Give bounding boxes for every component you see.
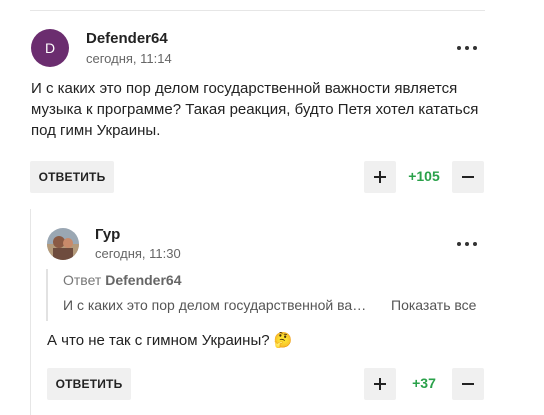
minus-icon	[462, 176, 474, 178]
minus-icon	[462, 383, 474, 385]
comment-author[interactable]: Defender64	[86, 30, 168, 47]
comment-time: сегодня, 11:14	[86, 51, 172, 66]
more-options-button[interactable]	[450, 38, 484, 58]
quoted-reply[interactable]: Ответ Defender64 И с каких это пор делом…	[46, 269, 486, 321]
reply-button[interactable]: ОТВЕТИТЬ	[47, 368, 131, 400]
quote-author: Defender64	[105, 272, 182, 288]
downvote-button[interactable]	[452, 368, 484, 400]
avatar[interactable]	[47, 228, 79, 260]
vote-score: +105	[408, 168, 440, 184]
plus-icon	[374, 378, 386, 390]
comment-author[interactable]: Гур	[95, 226, 120, 243]
comment-text: А что не так с гимном Украины? 🤔	[47, 332, 293, 349]
reply-button[interactable]: ОТВЕТИТЬ	[30, 161, 114, 193]
more-dots-icon	[450, 234, 484, 254]
comment-text: И с каких это пор делом государственной …	[31, 80, 479, 139]
top-divider	[30, 10, 485, 11]
quote-prefix: Ответ	[63, 272, 102, 288]
vote-score: +37	[412, 375, 436, 391]
quote-header: Ответ Defender64	[63, 272, 181, 288]
comment-time: сегодня, 11:30	[95, 246, 181, 261]
thread-line	[30, 209, 31, 415]
upvote-button[interactable]	[364, 368, 396, 400]
plus-icon	[374, 171, 386, 183]
avatar-photo-icon	[47, 228, 79, 260]
downvote-button[interactable]	[452, 161, 484, 193]
upvote-button[interactable]	[364, 161, 396, 193]
quote-text: И с каких это пор делом государственной …	[63, 297, 369, 313]
avatar[interactable]: D	[31, 29, 69, 67]
more-options-button[interactable]	[450, 234, 484, 254]
show-all-link[interactable]: Показать все	[391, 297, 476, 313]
more-dots-icon	[450, 38, 484, 58]
